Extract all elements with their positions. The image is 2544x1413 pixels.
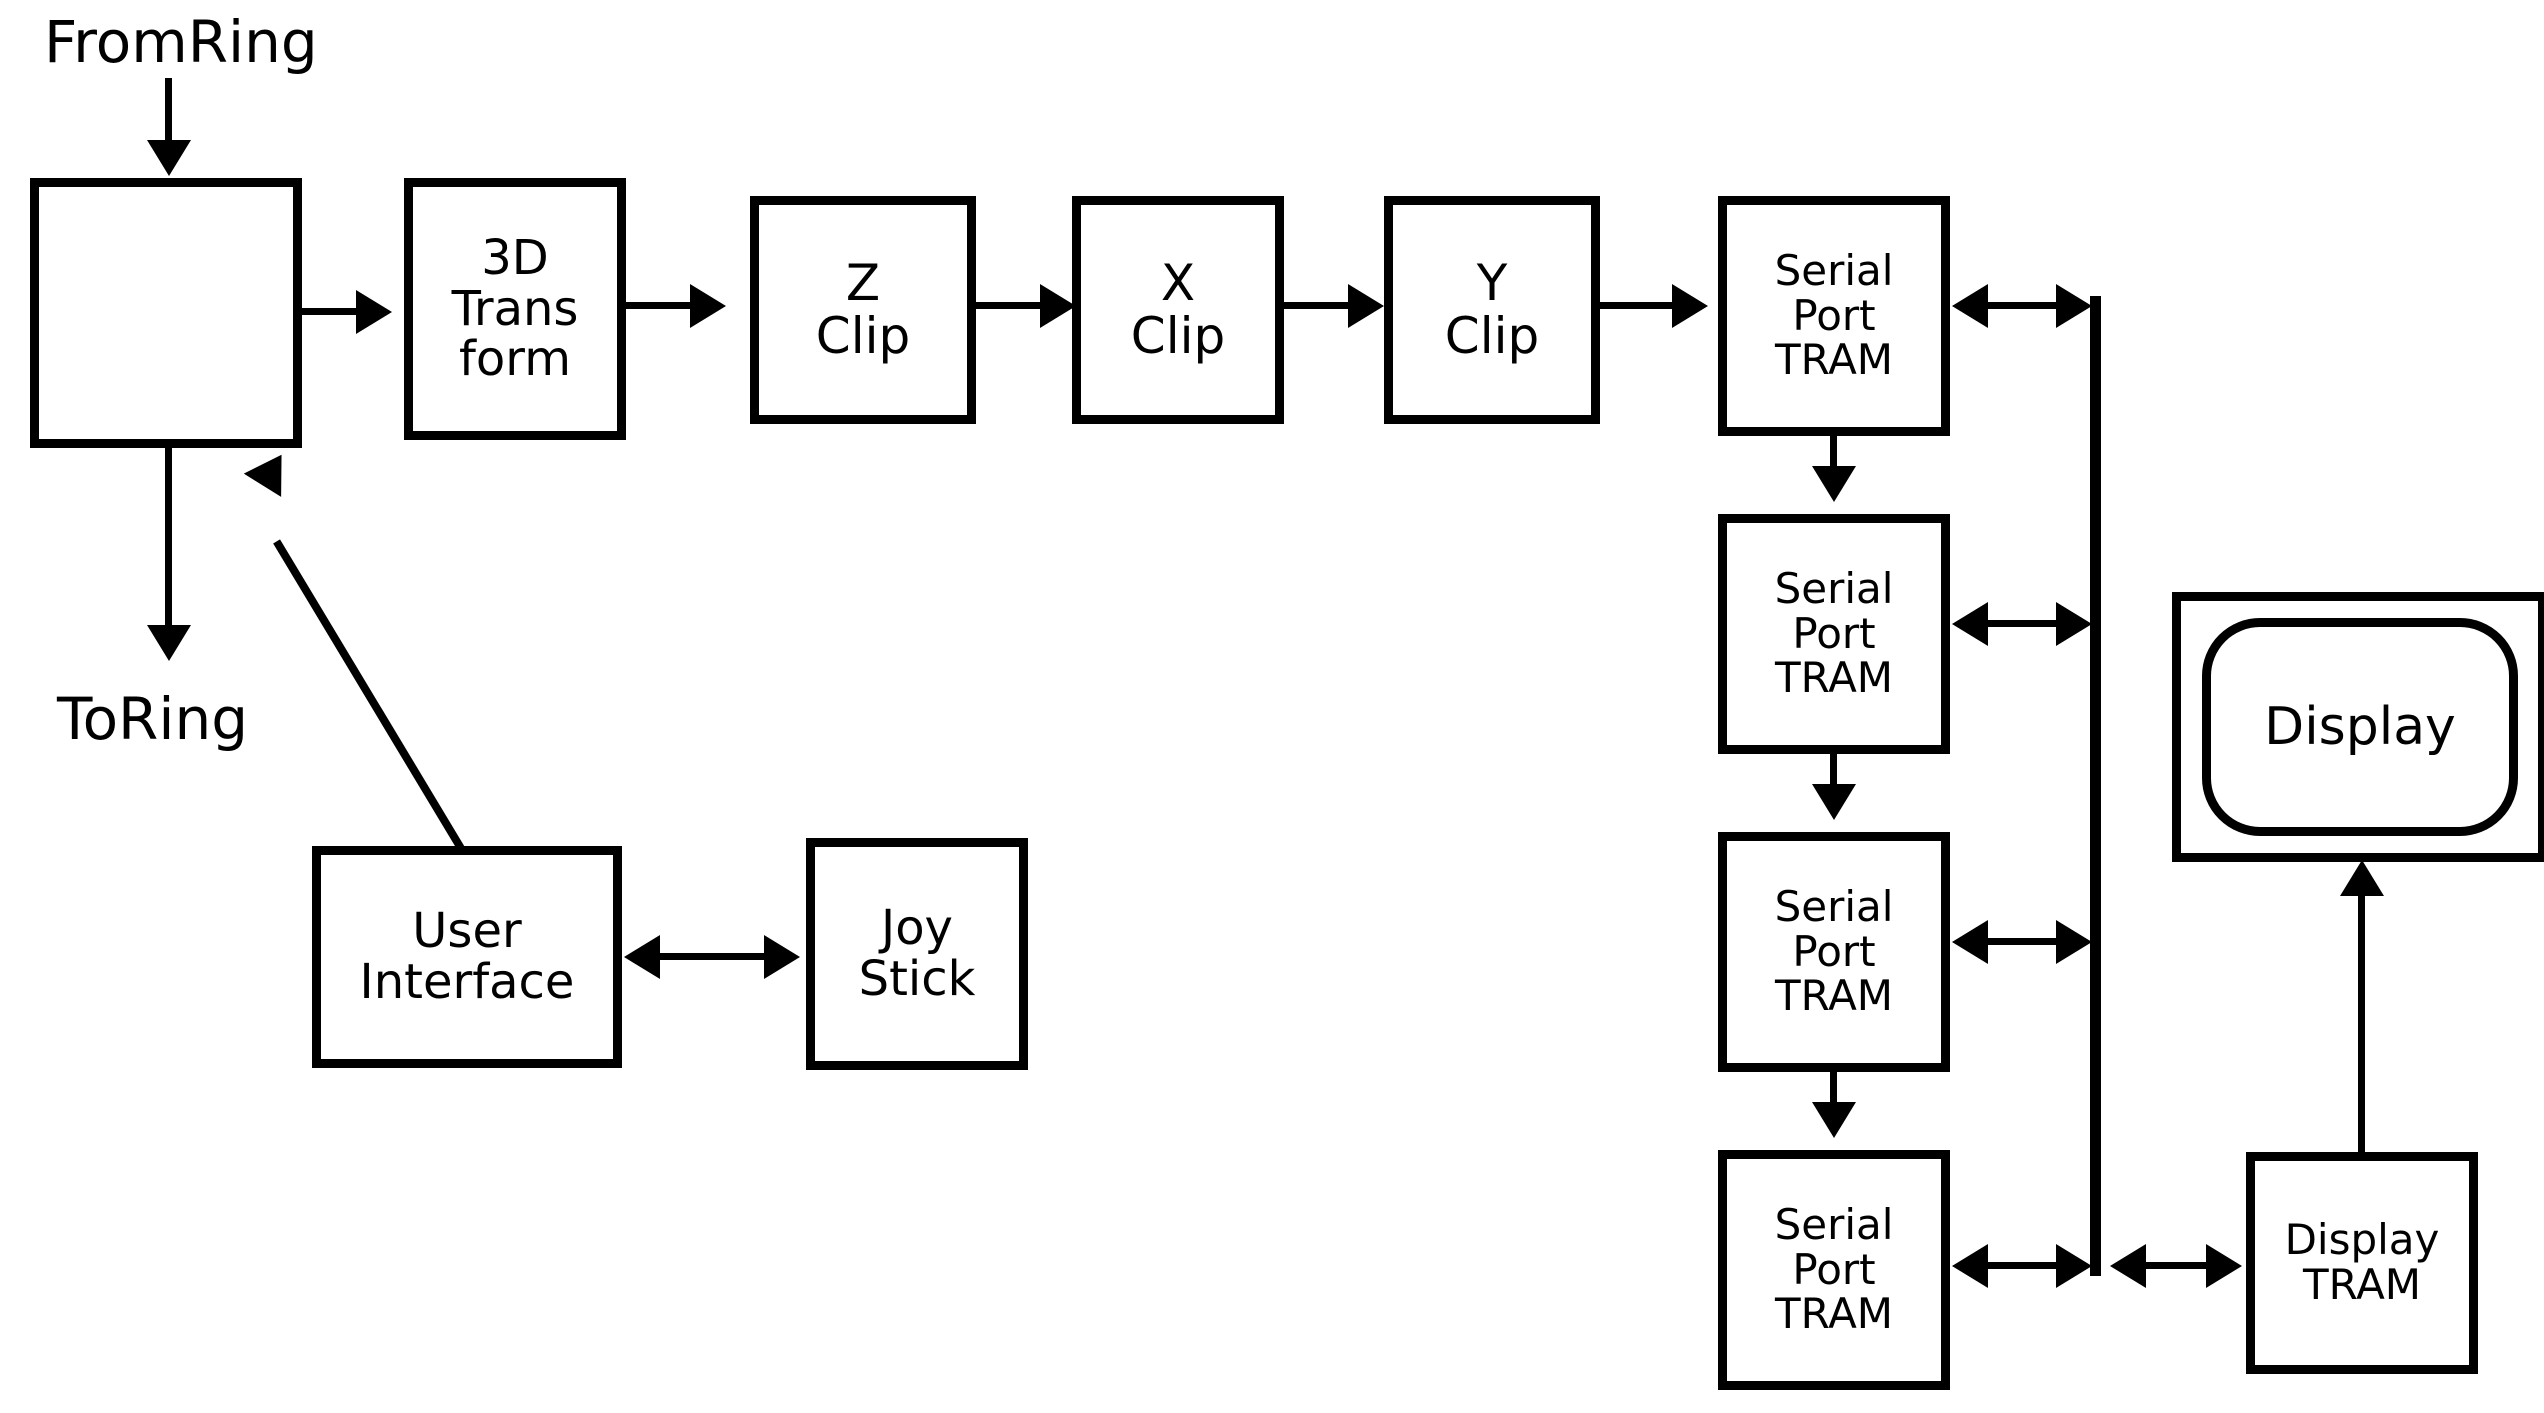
to-ring-label: ToRing bbox=[57, 685, 249, 753]
block-serial-port-tram-2-line-1: Serial bbox=[1774, 564, 1894, 614]
block-serial-port-tram-3-line-3: TRAM bbox=[1774, 971, 1894, 1021]
block-joy-stick-line-1: Joy bbox=[881, 900, 953, 957]
block-display-tram-line-1: Display bbox=[2284, 1215, 2440, 1265]
block-display-tram-line-2: TRAM bbox=[2302, 1260, 2422, 1309]
displaytram-to-display-arrowhead bbox=[2340, 860, 2384, 896]
block-ring-node[interactable] bbox=[30, 178, 302, 448]
block-y-clip-line-1: Y bbox=[1476, 254, 1508, 312]
from-ring-label: FromRing bbox=[44, 8, 318, 76]
tram3-bus-arrow-right bbox=[2056, 920, 2092, 964]
transform-to-zclip-line bbox=[626, 302, 696, 309]
tram4-bus-line bbox=[1986, 1262, 2062, 1269]
block-display-tram[interactable]: Display TRAM bbox=[2246, 1152, 2478, 1374]
ring-to-transform-arrowhead bbox=[356, 290, 392, 334]
tram4-bus-arrow-left bbox=[1952, 1244, 1988, 1288]
to-ring-line bbox=[165, 446, 172, 632]
tram3-bus-arrow-left bbox=[1952, 920, 1988, 964]
block-serial-port-tram-3-line-2: Port bbox=[1792, 926, 1876, 976]
block-serial-port-tram-4-line-3: TRAM bbox=[1774, 1289, 1894, 1339]
userinterface-to-ringnode-arrowhead bbox=[243, 443, 301, 497]
yclip-to-tram1-line bbox=[1600, 302, 1680, 309]
block-serial-port-tram-2-line-3: TRAM bbox=[1774, 653, 1894, 703]
block-user-interface[interactable]: User Interface bbox=[312, 846, 622, 1068]
block-serial-port-tram-2-line-2: Port bbox=[1792, 608, 1876, 658]
block-user-interface-line-1: User bbox=[412, 903, 522, 960]
yclip-to-tram1-arrowhead bbox=[1672, 284, 1708, 328]
bus-displaytram-arrow-left bbox=[2110, 1244, 2146, 1288]
ring-to-transform-line bbox=[302, 308, 362, 315]
bus-displaytram-arrow-right bbox=[2206, 1244, 2242, 1288]
block-3d-transform-line-1: 3D bbox=[481, 229, 549, 286]
block-y-clip[interactable]: Y Clip bbox=[1384, 196, 1600, 424]
block-serial-port-tram-1[interactable]: Serial Port TRAM bbox=[1718, 196, 1950, 436]
block-serial-port-tram-3[interactable]: Serial Port TRAM bbox=[1718, 832, 1950, 1072]
xclip-to-yclip-arrowhead bbox=[1348, 284, 1384, 328]
ui-joystick-line bbox=[658, 953, 770, 960]
block-x-clip-line-1: X bbox=[1160, 254, 1196, 312]
tram1-bus-arrow-right bbox=[2056, 284, 2092, 328]
block-joy-stick-line-2: Stick bbox=[858, 951, 976, 1007]
bus-displaytram-line bbox=[2144, 1262, 2212, 1269]
block-display-label: Display bbox=[2264, 697, 2456, 757]
from-ring-arrowhead bbox=[147, 140, 191, 176]
block-x-clip-line-2: Clip bbox=[1130, 307, 1226, 365]
block-serial-port-tram-3-line-1: Serial bbox=[1774, 882, 1894, 932]
tram2-to-tram3-arrowhead bbox=[1812, 784, 1856, 820]
zclip-to-xclip-line bbox=[976, 302, 1046, 309]
tram2-bus-line bbox=[1986, 620, 2062, 627]
tram1-bus-line bbox=[1986, 302, 2062, 309]
transform-to-zclip-arrowhead bbox=[690, 284, 726, 328]
xclip-to-yclip-line bbox=[1284, 302, 1354, 309]
ui-joystick-arrow-left bbox=[624, 935, 660, 979]
block-z-clip-line-2: Clip bbox=[815, 307, 911, 365]
zclip-to-xclip-arrowhead bbox=[1040, 284, 1076, 328]
block-3d-transform[interactable]: 3D Trans form bbox=[404, 178, 626, 440]
tram1-bus-arrow-left bbox=[1952, 284, 1988, 328]
block-z-clip-line-1: Z bbox=[845, 254, 881, 312]
displaytram-to-display-line bbox=[2358, 892, 2365, 1154]
tram1-to-tram2-arrowhead bbox=[1812, 466, 1856, 502]
block-serial-port-tram-4-line-1: Serial bbox=[1774, 1200, 1894, 1250]
tram2-bus-arrow-left bbox=[1952, 602, 1988, 646]
tram3-to-tram4-arrowhead bbox=[1812, 1102, 1856, 1138]
from-ring-line bbox=[165, 78, 172, 148]
block-serial-port-tram-2[interactable]: Serial Port TRAM bbox=[1718, 514, 1950, 754]
block-3d-transform-line-3: form bbox=[459, 331, 571, 388]
block-user-interface-line-2: Interface bbox=[359, 954, 575, 1010]
tram2-bus-arrow-right bbox=[2056, 602, 2092, 646]
tram4-bus-arrow-right bbox=[2056, 1244, 2092, 1288]
block-z-clip[interactable]: Z Clip bbox=[750, 196, 976, 424]
to-ring-arrowhead bbox=[147, 625, 191, 661]
block-serial-port-tram-1-line-1: Serial bbox=[1774, 246, 1894, 296]
ui-joystick-arrow-right bbox=[764, 935, 800, 979]
block-3d-transform-line-2: Trans bbox=[451, 280, 579, 337]
block-serial-port-tram-4-line-2: Port bbox=[1792, 1244, 1876, 1294]
block-y-clip-line-2: Clip bbox=[1444, 307, 1540, 365]
block-serial-port-tram-4[interactable]: Serial Port TRAM bbox=[1718, 1150, 1950, 1390]
memory-bus-line bbox=[2090, 296, 2101, 1276]
block-serial-port-tram-1-line-2: Port bbox=[1792, 290, 1876, 340]
block-x-clip[interactable]: X Clip bbox=[1072, 196, 1284, 424]
block-diagram-canvas: FromRing ToRing 3D Trans form Z Clip X C… bbox=[0, 0, 2544, 1413]
userinterface-to-ringnode-line bbox=[273, 539, 466, 853]
tram3-bus-line bbox=[1986, 938, 2062, 945]
block-joy-stick[interactable]: Joy Stick bbox=[806, 838, 1028, 1070]
block-serial-port-tram-1-line-3: TRAM bbox=[1774, 335, 1894, 385]
block-display-screen[interactable]: Display bbox=[2202, 618, 2518, 836]
